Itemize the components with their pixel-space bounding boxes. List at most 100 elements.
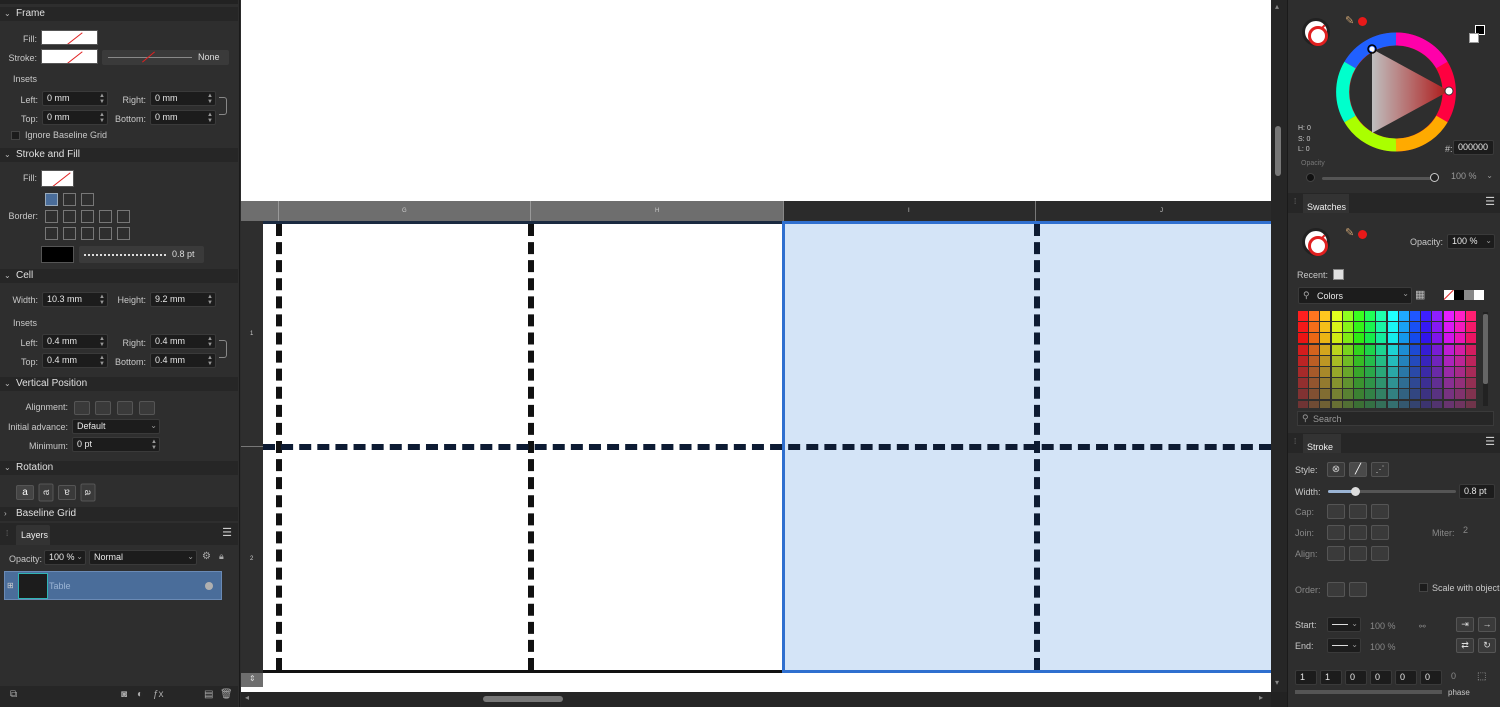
palette-swatch[interactable] [1354, 389, 1364, 400]
rotation-section-header[interactable]: ⌄ Rotation [0, 461, 238, 475]
end-arrowhead-dropdown[interactable]: ⌄ [1327, 638, 1361, 653]
vertical-scrollbar[interactable]: ▴ ▾ [1271, 0, 1287, 692]
swatch-opacity-field[interactable]: 100 % ⌄ [1447, 234, 1495, 249]
palette-swatch[interactable] [1387, 355, 1398, 366]
palette-swatch[interactable] [1354, 333, 1364, 344]
ignore-baseline-checkbox[interactable] [11, 131, 20, 140]
align-middle-icon[interactable] [95, 401, 111, 415]
palette-swatch[interactable] [1398, 311, 1409, 321]
palette-swatch[interactable] [1320, 355, 1331, 366]
palette-swatch[interactable] [1365, 355, 1376, 366]
cell-inset-top[interactable]: 0.4 mm ▲ ▼ [42, 353, 108, 368]
palette-swatch[interactable] [1331, 322, 1342, 333]
palette-swatch[interactable] [1376, 389, 1387, 400]
gear-icon[interactable]: ⚙ [202, 551, 211, 562]
stroke-fill-section-header[interactable]: ⌄ Stroke and Fill [0, 148, 238, 162]
stroke-width-handle[interactable] [1351, 487, 1360, 496]
border-style-picker[interactable]: 0.8 pt [79, 246, 204, 263]
palette-swatch[interactable] [1342, 311, 1353, 321]
spin-arrows-icon[interactable]: ▲ ▼ [207, 112, 213, 124]
expand-icon[interactable]: ⊞ [7, 581, 14, 590]
palette-swatch[interactable] [1387, 333, 1398, 344]
palette-swatch[interactable] [1387, 344, 1398, 355]
cell-inset-bottom[interactable]: 0.4 mm ▲ ▼ [150, 353, 216, 368]
palette-swatch[interactable] [1410, 322, 1420, 333]
palette-dropdown[interactable]: ⚲ Colors ⌄ [1298, 287, 1412, 304]
palette-swatch[interactable] [1410, 355, 1420, 366]
stroke-color-well[interactable] [1308, 26, 1328, 46]
palette-swatch[interactable] [1432, 389, 1443, 400]
link-insets-icon[interactable] [219, 97, 227, 115]
spin-arrows-icon[interactable]: ▲ ▼ [99, 112, 105, 124]
scale-with-object-checkbox[interactable] [1419, 583, 1428, 592]
palette-swatch[interactable] [1331, 378, 1342, 389]
swatch-palette-grid[interactable] [1298, 311, 1478, 408]
palette-swatch[interactable] [1342, 344, 1353, 355]
fx-icon[interactable]: ƒx [153, 689, 164, 700]
palette-swatch[interactable] [1365, 311, 1376, 321]
palette-swatch[interactable] [1309, 344, 1320, 355]
border-color-swatch[interactable] [41, 246, 74, 263]
palette-swatch[interactable] [1454, 311, 1465, 321]
menu-icon[interactable]: ☰ [1485, 193, 1495, 211]
palette-swatch[interactable] [1454, 333, 1465, 344]
palette-swatch[interactable] [1365, 367, 1376, 377]
palette-swatch[interactable] [1331, 389, 1342, 400]
palette-swatch[interactable] [1443, 355, 1454, 366]
dash-pattern-fields[interactable]: 1 1 0 0 0 0 0 phase ⬚ [1295, 670, 1495, 697]
frame-inset-bottom[interactable]: 0 mm ▲ ▼ [150, 110, 216, 125]
palette-swatch[interactable] [1398, 355, 1409, 366]
add-layer-icon[interactable]: ▤ [204, 689, 213, 700]
palette-swatch[interactable] [1387, 389, 1398, 400]
palette-swatch[interactable] [1298, 378, 1308, 389]
palette-swatch[interactable] [1354, 400, 1364, 408]
palette-swatch[interactable] [1466, 355, 1476, 366]
grip-icon[interactable]: ⁞ [1294, 193, 1296, 211]
palette-swatch[interactable] [1466, 322, 1476, 333]
column-label-i[interactable]: I [908, 208, 910, 214]
border-right-icon[interactable] [99, 210, 112, 223]
palette-swatch[interactable] [1309, 355, 1320, 366]
palette-swatch[interactable] [1331, 333, 1342, 344]
palette-swatch[interactable] [1421, 367, 1432, 377]
scroll-right-icon[interactable]: ▸ [1259, 693, 1263, 702]
palette-swatch[interactable] [1454, 389, 1465, 400]
cell-height-field[interactable]: 9.2 mm ▲ ▼ [150, 292, 216, 307]
arrow-end-at-icon[interactable]: ⇥ [1456, 617, 1474, 632]
border-all-icon[interactable] [81, 193, 94, 206]
cell-inset-left[interactable]: 0.4 mm ▲ ▼ [42, 334, 108, 349]
adjustment-icon[interactable]: ◐ [137, 689, 143, 700]
palette-swatch[interactable] [1376, 344, 1387, 355]
miter-field[interactable]: 2 [1459, 524, 1495, 539]
palette-swatch[interactable] [1320, 378, 1331, 389]
align-inside-stroke-icon[interactable] [1349, 546, 1367, 561]
eyedropper-icon[interactable]: ✎ [1345, 226, 1354, 239]
dash-field-1[interactable]: 1 [1295, 670, 1317, 685]
mask-icon[interactable]: ◙ [121, 689, 127, 700]
palette-swatch[interactable] [1443, 333, 1454, 344]
swatch-stroke-well[interactable] [1308, 236, 1328, 256]
palette-swatch[interactable] [1398, 400, 1409, 408]
palette-scrollbar[interactable] [1483, 312, 1488, 406]
palette-swatch[interactable] [1309, 389, 1320, 400]
minimum-field[interactable]: 0 pt ▲ ▼ [72, 437, 160, 452]
palette-swatch[interactable] [1298, 322, 1308, 333]
dash-field-4[interactable]: 0 [1370, 670, 1392, 685]
opacity-slider-handle[interactable] [1430, 173, 1439, 182]
palette-swatch[interactable] [1342, 322, 1353, 333]
palette-swatch[interactable] [1309, 311, 1320, 321]
dash-field-2[interactable]: 1 [1320, 670, 1342, 685]
rotation-0-button[interactable]: a [16, 485, 34, 500]
palette-swatch[interactable] [1342, 355, 1353, 366]
layer-options-icon[interactable]: ⧉ [10, 689, 17, 700]
butt-cap-icon[interactable] [1327, 504, 1345, 519]
palette-swatch[interactable] [1421, 355, 1432, 366]
palette-swatch[interactable] [1443, 344, 1454, 355]
palette-swatch[interactable] [1354, 355, 1364, 366]
palette-swatch[interactable] [1454, 367, 1465, 377]
square-cap-icon[interactable] [1371, 504, 1389, 519]
system-swatches[interactable] [1444, 290, 1494, 300]
palette-swatch[interactable] [1421, 333, 1432, 344]
dash-field-6[interactable]: 0 [1420, 670, 1442, 685]
palette-swatch[interactable] [1466, 311, 1476, 321]
